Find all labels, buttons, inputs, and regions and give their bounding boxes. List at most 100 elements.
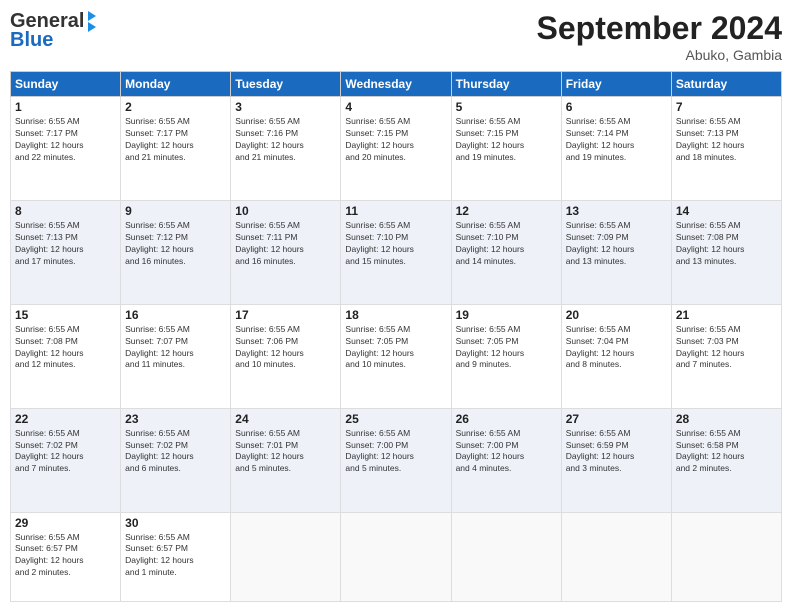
day-number: 22 <box>15 412 116 426</box>
day-number: 17 <box>235 308 336 322</box>
day-number: 3 <box>235 100 336 114</box>
day-detail: Sunrise: 6:55 AM Sunset: 7:10 PM Dayligh… <box>456 220 557 268</box>
day-number: 18 <box>345 308 446 322</box>
col-saturday: Saturday <box>671 72 781 97</box>
table-row: 14 Sunrise: 6:55 AM Sunset: 7:08 PM Dayli… <box>671 200 781 304</box>
table-row: 8 Sunrise: 6:55 AM Sunset: 7:13 PM Daylig… <box>11 200 121 304</box>
table-row: 30Sunrise: 6:55 AM Sunset: 6:57 PM Dayli… <box>121 512 231 601</box>
header: General Blue September 2024 Abuko, Gambi… <box>10 10 782 63</box>
col-thursday: Thursday <box>451 72 561 97</box>
day-detail: Sunrise: 6:55 AM Sunset: 7:02 PM Dayligh… <box>125 428 226 476</box>
day-detail: Sunrise: 6:55 AM Sunset: 7:00 PM Dayligh… <box>345 428 446 476</box>
table-row: 24 Sunrise: 6:55 AM Sunset: 7:01 PM Dayli… <box>231 408 341 512</box>
day-number: 11 <box>345 204 446 218</box>
day-detail: Sunrise: 6:55 AM Sunset: 7:04 PM Dayligh… <box>566 324 667 372</box>
day-detail: Sunrise: 6:55 AM Sunset: 7:09 PM Dayligh… <box>566 220 667 268</box>
table-row: 19 Sunrise: 6:55 AM Sunset: 7:05 PM Dayli… <box>451 304 561 408</box>
day-number: 9 <box>125 204 226 218</box>
day-detail: Sunrise: 6:55 AM Sunset: 7:02 PM Dayligh… <box>15 428 116 476</box>
table-row <box>341 512 451 601</box>
table-row: 16 Sunrise: 6:55 AM Sunset: 7:07 PM Dayli… <box>121 304 231 408</box>
day-detail: Sunrise: 6:55 AM Sunset: 7:17 PM Dayligh… <box>125 116 226 164</box>
table-row: 22 Sunrise: 6:55 AM Sunset: 7:02 PM Dayli… <box>11 408 121 512</box>
table-row: 2 Sunrise: 6:55 AM Sunset: 7:17 PM Daylig… <box>121 97 231 201</box>
calendar-week-row: 29Sunrise: 6:55 AM Sunset: 6:57 PM Dayli… <box>11 512 782 601</box>
col-wednesday: Wednesday <box>341 72 451 97</box>
day-number: 29 <box>15 516 116 530</box>
day-detail: Sunrise: 6:55 AM Sunset: 7:11 PM Dayligh… <box>235 220 336 268</box>
table-row: 7 Sunrise: 6:55 AM Sunset: 7:13 PM Daylig… <box>671 97 781 201</box>
day-number: 8 <box>15 204 116 218</box>
day-detail: Sunrise: 6:55 AM Sunset: 7:01 PM Dayligh… <box>235 428 336 476</box>
table-row: 25Sunrise: 6:55 AM Sunset: 7:00 PM Dayli… <box>341 408 451 512</box>
table-row: 6 Sunrise: 6:55 AM Sunset: 7:14 PM Daylig… <box>561 97 671 201</box>
table-row <box>451 512 561 601</box>
table-row: 5Sunrise: 6:55 AM Sunset: 7:15 PM Daylig… <box>451 97 561 201</box>
day-number: 26 <box>456 412 557 426</box>
table-row: 10 Sunrise: 6:55 AM Sunset: 7:11 PM Dayli… <box>231 200 341 304</box>
table-row: 27 Sunrise: 6:55 AM Sunset: 6:59 PM Dayli… <box>561 408 671 512</box>
day-number: 7 <box>676 100 777 114</box>
col-tuesday: Tuesday <box>231 72 341 97</box>
day-detail: Sunrise: 6:55 AM Sunset: 7:14 PM Dayligh… <box>566 116 667 164</box>
day-number: 14 <box>676 204 777 218</box>
table-row: 29Sunrise: 6:55 AM Sunset: 6:57 PM Dayli… <box>11 512 121 601</box>
arrow-icon <box>88 11 96 21</box>
table-row: 23Sunrise: 6:55 AM Sunset: 7:02 PM Dayli… <box>121 408 231 512</box>
day-number: 2 <box>125 100 226 114</box>
table-row: 18 Sunrise: 6:55 AM Sunset: 7:05 PM Dayli… <box>341 304 451 408</box>
col-friday: Friday <box>561 72 671 97</box>
day-detail: Sunrise: 6:55 AM Sunset: 6:58 PM Dayligh… <box>676 428 777 476</box>
day-number: 21 <box>676 308 777 322</box>
calendar-week-row: 8 Sunrise: 6:55 AM Sunset: 7:13 PM Daylig… <box>11 200 782 304</box>
table-row: 1 Sunrise: 6:55 AM Sunset: 7:17 PM Daylig… <box>11 97 121 201</box>
day-detail: Sunrise: 6:55 AM Sunset: 7:07 PM Dayligh… <box>125 324 226 372</box>
day-number: 24 <box>235 412 336 426</box>
day-number: 27 <box>566 412 667 426</box>
calendar-week-row: 15 Sunrise: 6:55 AM Sunset: 7:08 PM Dayli… <box>11 304 782 408</box>
location: Abuko, Gambia <box>537 47 782 63</box>
day-detail: Sunrise: 6:55 AM Sunset: 7:03 PM Dayligh… <box>676 324 777 372</box>
table-row: 3 Sunrise: 6:55 AM Sunset: 7:16 PM Daylig… <box>231 97 341 201</box>
table-row: 17Sunrise: 6:55 AM Sunset: 7:06 PM Dayli… <box>231 304 341 408</box>
day-detail: Sunrise: 6:55 AM Sunset: 7:12 PM Dayligh… <box>125 220 226 268</box>
day-detail: Sunrise: 6:55 AM Sunset: 7:08 PM Dayligh… <box>676 220 777 268</box>
day-number: 6 <box>566 100 667 114</box>
month-title: September 2024 <box>537 10 782 47</box>
day-detail: Sunrise: 6:55 AM Sunset: 6:59 PM Dayligh… <box>566 428 667 476</box>
calendar-header-row: Sunday Monday Tuesday Wednesday Thursday… <box>11 72 782 97</box>
day-detail: Sunrise: 6:55 AM Sunset: 7:00 PM Dayligh… <box>456 428 557 476</box>
day-number: 20 <box>566 308 667 322</box>
table-row <box>561 512 671 601</box>
table-row: 11 Sunrise: 6:55 AM Sunset: 7:10 PM Dayli… <box>341 200 451 304</box>
table-row: 26 Sunrise: 6:55 AM Sunset: 7:00 PM Dayli… <box>451 408 561 512</box>
day-number: 13 <box>566 204 667 218</box>
table-row: 15 Sunrise: 6:55 AM Sunset: 7:08 PM Dayli… <box>11 304 121 408</box>
day-detail: Sunrise: 6:55 AM Sunset: 7:05 PM Dayligh… <box>456 324 557 372</box>
day-number: 16 <box>125 308 226 322</box>
table-row: 28Sunrise: 6:55 AM Sunset: 6:58 PM Dayli… <box>671 408 781 512</box>
table-row: 21 Sunrise: 6:55 AM Sunset: 7:03 PM Dayli… <box>671 304 781 408</box>
day-detail: Sunrise: 6:55 AM Sunset: 7:13 PM Dayligh… <box>15 220 116 268</box>
table-row: 9 Sunrise: 6:55 AM Sunset: 7:12 PM Daylig… <box>121 200 231 304</box>
title-block: September 2024 Abuko, Gambia <box>537 10 782 63</box>
day-detail: Sunrise: 6:55 AM Sunset: 7:05 PM Dayligh… <box>345 324 446 372</box>
day-detail: Sunrise: 6:55 AM Sunset: 7:13 PM Dayligh… <box>676 116 777 164</box>
day-detail: Sunrise: 6:55 AM Sunset: 7:17 PM Dayligh… <box>15 116 116 164</box>
day-number: 15 <box>15 308 116 322</box>
table-row <box>231 512 341 601</box>
day-number: 1 <box>15 100 116 114</box>
col-sunday: Sunday <box>11 72 121 97</box>
day-number: 10 <box>235 204 336 218</box>
logo-blue: Blue <box>10 29 53 52</box>
calendar-week-row: 1 Sunrise: 6:55 AM Sunset: 7:17 PM Daylig… <box>11 97 782 201</box>
day-number: 19 <box>456 308 557 322</box>
day-detail: Sunrise: 6:55 AM Sunset: 7:16 PM Dayligh… <box>235 116 336 164</box>
table-row: 20 Sunrise: 6:55 AM Sunset: 7:04 PM Dayli… <box>561 304 671 408</box>
day-number: 5 <box>456 100 557 114</box>
day-detail: Sunrise: 6:55 AM Sunset: 7:08 PM Dayligh… <box>15 324 116 372</box>
day-detail: Sunrise: 6:55 AM Sunset: 7:10 PM Dayligh… <box>345 220 446 268</box>
day-number: 30 <box>125 516 226 530</box>
day-detail: Sunrise: 6:55 AM Sunset: 7:15 PM Dayligh… <box>345 116 446 164</box>
col-monday: Monday <box>121 72 231 97</box>
